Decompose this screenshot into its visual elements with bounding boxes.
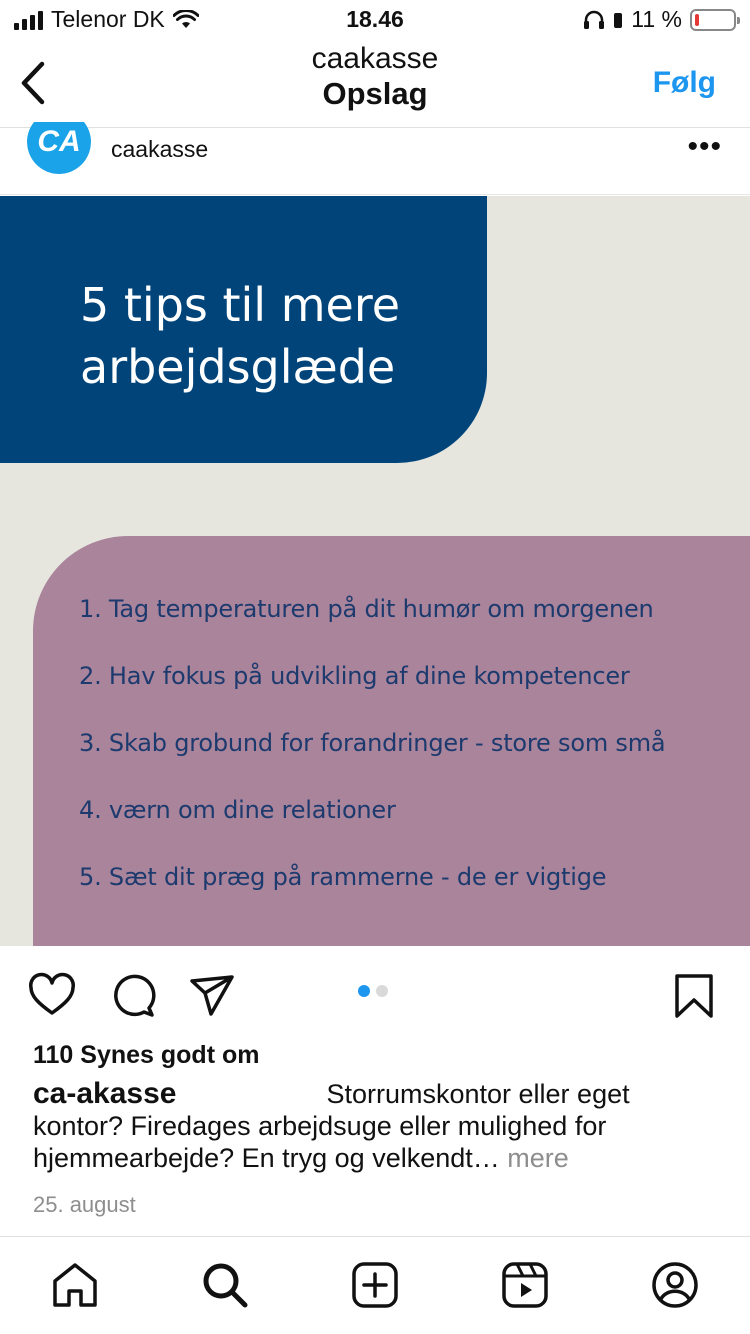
status-bar: Telenor DK 18.46 11 % — [0, 0, 750, 40]
tip-item: 2. Hav fokus på udvikling af dine kompet… — [79, 662, 630, 690]
tips-panel: 1. Tag temperaturen på dit humør om morg… — [33, 536, 750, 946]
post-caption: ca-akasse Storrumskontor eller eget konto… — [33, 1078, 693, 1174]
tab-profile[interactable] — [651, 1261, 699, 1309]
headline-panel: 5 tips til mere arbejdsglæde — [0, 196, 487, 463]
nav-header: caakasse Opslag Følg — [0, 40, 750, 128]
headline-line-2: arbejdsglæde — [80, 340, 396, 394]
post-date: 25. august — [33, 1192, 136, 1217]
tip-item: 1. Tag temperaturen på dit humør om morg… — [79, 595, 654, 623]
nav-titles: caakasse Opslag — [0, 42, 750, 112]
post-header: CA caakasse ••• — [0, 122, 750, 195]
share-button[interactable] — [188, 972, 236, 1020]
tip-item: 5. Sæt dit præg på rammerne - de er vigt… — [79, 863, 607, 891]
tips-list: 1. Tag temperaturen på dit humør om morg… — [79, 592, 666, 927]
battery-percentage: 11 % — [631, 6, 682, 32]
like-button[interactable] — [28, 972, 76, 1020]
more-options-button[interactable]: ••• — [687, 130, 722, 164]
tip-item: 3. Skab grobund for forandringer - store… — [79, 729, 666, 757]
post-headline: 5 tips til mere arbejdsglæde — [80, 274, 400, 398]
comment-icon — [114, 974, 156, 1017]
carousel-dot — [376, 985, 388, 997]
tab-search[interactable] — [201, 1261, 249, 1309]
home-icon — [53, 1263, 97, 1307]
follow-button[interactable]: Følg — [653, 66, 716, 100]
caption-more-link[interactable]: mere — [507, 1143, 569, 1173]
comment-button[interactable] — [109, 972, 157, 1020]
bookmark-icon — [675, 974, 713, 1018]
tab-new-post[interactable] — [351, 1261, 399, 1309]
headline-line-1: 5 tips til mere — [80, 278, 401, 332]
battery-level — [695, 13, 699, 26]
new-post-icon — [352, 1262, 398, 1308]
carousel-indicator — [358, 985, 388, 997]
save-button[interactable] — [670, 972, 718, 1020]
post-username[interactable]: caakasse — [111, 136, 208, 163]
tip-item: 4. værn om dine relationer — [79, 796, 396, 824]
carousel-dot — [358, 985, 370, 997]
tab-reels[interactable] — [501, 1261, 549, 1309]
battery-icon — [690, 8, 740, 31]
nav-username: caakasse — [311, 42, 439, 75]
tab-home[interactable] — [51, 1261, 99, 1309]
avatar-logo: CA — [27, 122, 91, 174]
status-right: 11 % — [583, 6, 740, 33]
post-image[interactable]: 5 tips til mere arbejdsglæde 1. Tag temp… — [0, 196, 750, 946]
headphones-icon — [584, 10, 605, 29]
caption-username[interactable]: ca-akasse — [33, 1077, 176, 1110]
heart-icon — [29, 972, 75, 1015]
more-horizontal-icon: ••• — [687, 130, 722, 163]
like-count[interactable]: 110 Synes godt om — [33, 1041, 259, 1070]
reels-icon — [502, 1262, 548, 1308]
lock-rotation-icon — [614, 12, 623, 28]
search-icon — [203, 1263, 248, 1308]
avatar[interactable]: CA — [27, 122, 91, 174]
page-title: Opslag — [322, 76, 428, 111]
profile-icon — [652, 1262, 698, 1308]
bottom-tab-bar — [0, 1236, 750, 1334]
post-actions — [0, 946, 750, 1038]
send-icon — [190, 975, 234, 1016]
